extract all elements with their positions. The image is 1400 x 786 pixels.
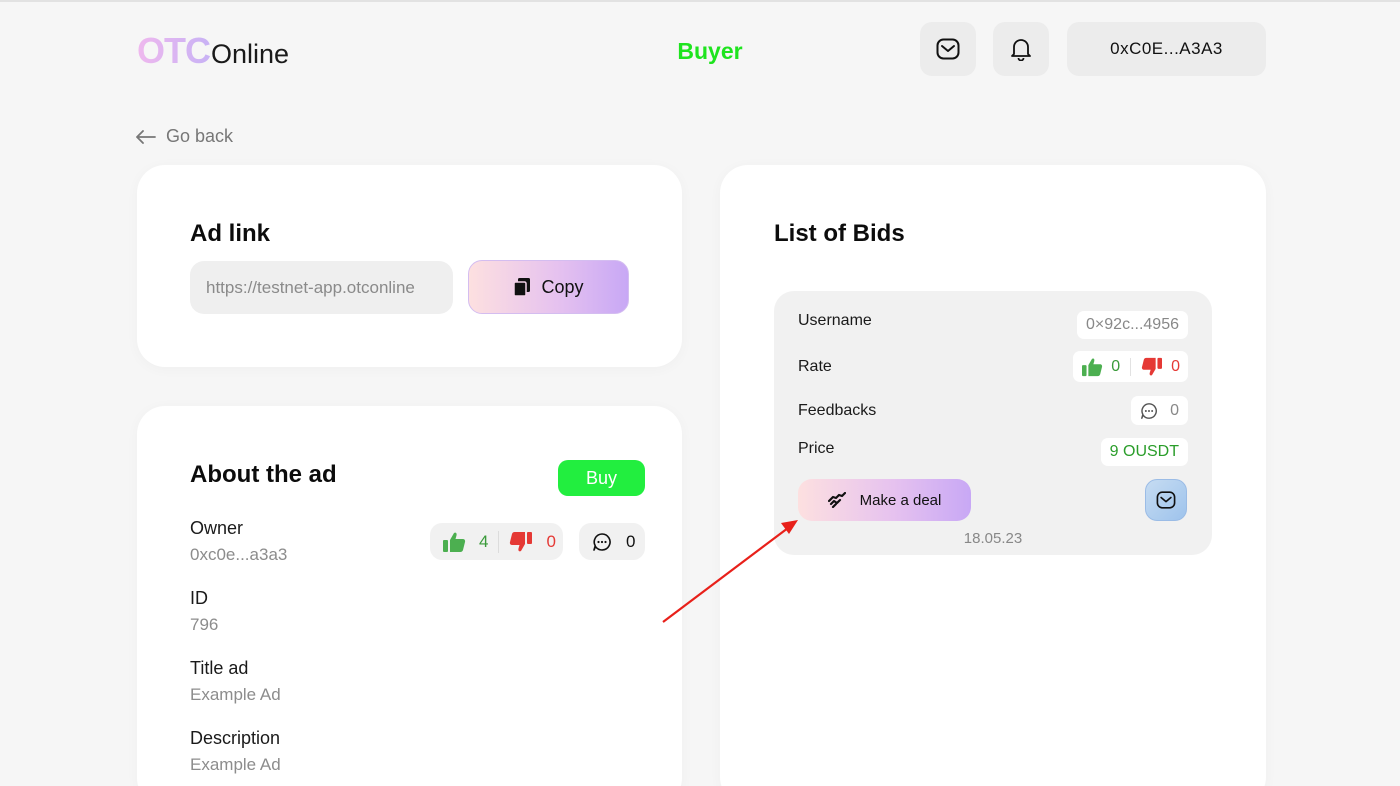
wallet-address-button[interactable]: 0xC0E...A3A3	[1067, 22, 1266, 76]
make-deal-label: Make a deal	[859, 491, 942, 509]
bell-icon	[1011, 39, 1031, 61]
copy-icon	[513, 278, 531, 297]
comment-icon	[1141, 402, 1158, 419]
title-ad-value: Example Ad	[190, 685, 281, 704]
handshake-icon	[827, 492, 846, 508]
thumbs-up-icon	[1082, 358, 1103, 376]
ad-link-card: Ad link Copy	[137, 165, 682, 367]
description-label: Description	[190, 728, 281, 748]
owner-likes-count: 4	[479, 531, 489, 551]
messages-button[interactable]	[920, 22, 976, 76]
logo[interactable]: OTC Online	[137, 30, 289, 72]
bid-item: Username 0×92c...4956 Rate 0 0 Feedbacks…	[774, 291, 1212, 555]
ad-link-input[interactable]	[190, 261, 453, 314]
copy-button[interactable]: Copy	[468, 260, 629, 314]
title-ad-label: Title ad	[190, 658, 249, 678]
username-value: 0×92c...4956	[1077, 311, 1188, 339]
ad-link-title: Ad link	[190, 220, 271, 247]
owner-comments-pill[interactable]: 0	[579, 523, 645, 560]
price-value: 9 OUSDT	[1100, 438, 1188, 466]
rate-label: Rate	[798, 358, 832, 375]
thumbs-up-icon	[443, 532, 466, 552]
owner-comments-count: 0	[626, 531, 636, 551]
bids-card: List of Bids Username 0×92c...4956 Rate …	[720, 165, 1266, 786]
bid-rating-chip: 0 0	[1073, 351, 1188, 382]
logo-otc-text: OTC	[137, 30, 211, 71]
rating-divider	[1130, 357, 1132, 376]
thumbs-down-icon	[510, 531, 533, 551]
make-deal-button[interactable]: Make a deal	[798, 479, 971, 521]
go-back-label: Go back	[166, 126, 234, 146]
owner-value: 0xc0e...a3a3	[190, 545, 288, 564]
role-title: Buyer	[677, 38, 743, 64]
buy-button[interactable]: Buy	[558, 460, 645, 496]
mail-icon	[936, 38, 960, 60]
message-bidder-button[interactable]	[1145, 479, 1187, 521]
id-value: 796	[190, 615, 219, 634]
feedbacks-count: 0	[1170, 401, 1179, 419]
bid-likes-count: 0	[1111, 357, 1121, 375]
id-label: ID	[190, 588, 208, 608]
logo-online-text: Online	[211, 39, 290, 69]
bids-title: List of Bids	[774, 220, 905, 247]
about-ad-title: About the ad	[190, 461, 337, 488]
feedbacks-label: Feedbacks	[798, 402, 877, 419]
go-back-link[interactable]: Go back	[136, 126, 233, 147]
notifications-button[interactable]	[993, 22, 1049, 76]
owner-dislikes-count: 0	[546, 531, 556, 551]
arrow-left-icon	[136, 129, 156, 144]
price-label: Price	[798, 440, 835, 457]
copy-label: Copy	[541, 276, 584, 297]
description-value: Example Ad	[190, 755, 281, 774]
owner-rating-pill: 4 0	[430, 523, 563, 560]
mail-icon	[1156, 491, 1176, 509]
about-ad-card: About the ad Buy Owner 0xc0e...a3a3 ID 7…	[137, 406, 682, 786]
rating-divider	[498, 530, 500, 553]
thumbs-down-icon	[1141, 357, 1163, 375]
owner-label: Owner	[190, 518, 244, 538]
bid-date: 18.05.23	[963, 530, 1023, 547]
comment-icon	[593, 532, 611, 551]
feedbacks-chip[interactable]: 0	[1131, 396, 1188, 425]
bid-dislikes-count: 0	[1171, 357, 1180, 375]
username-label: Username	[798, 312, 872, 329]
